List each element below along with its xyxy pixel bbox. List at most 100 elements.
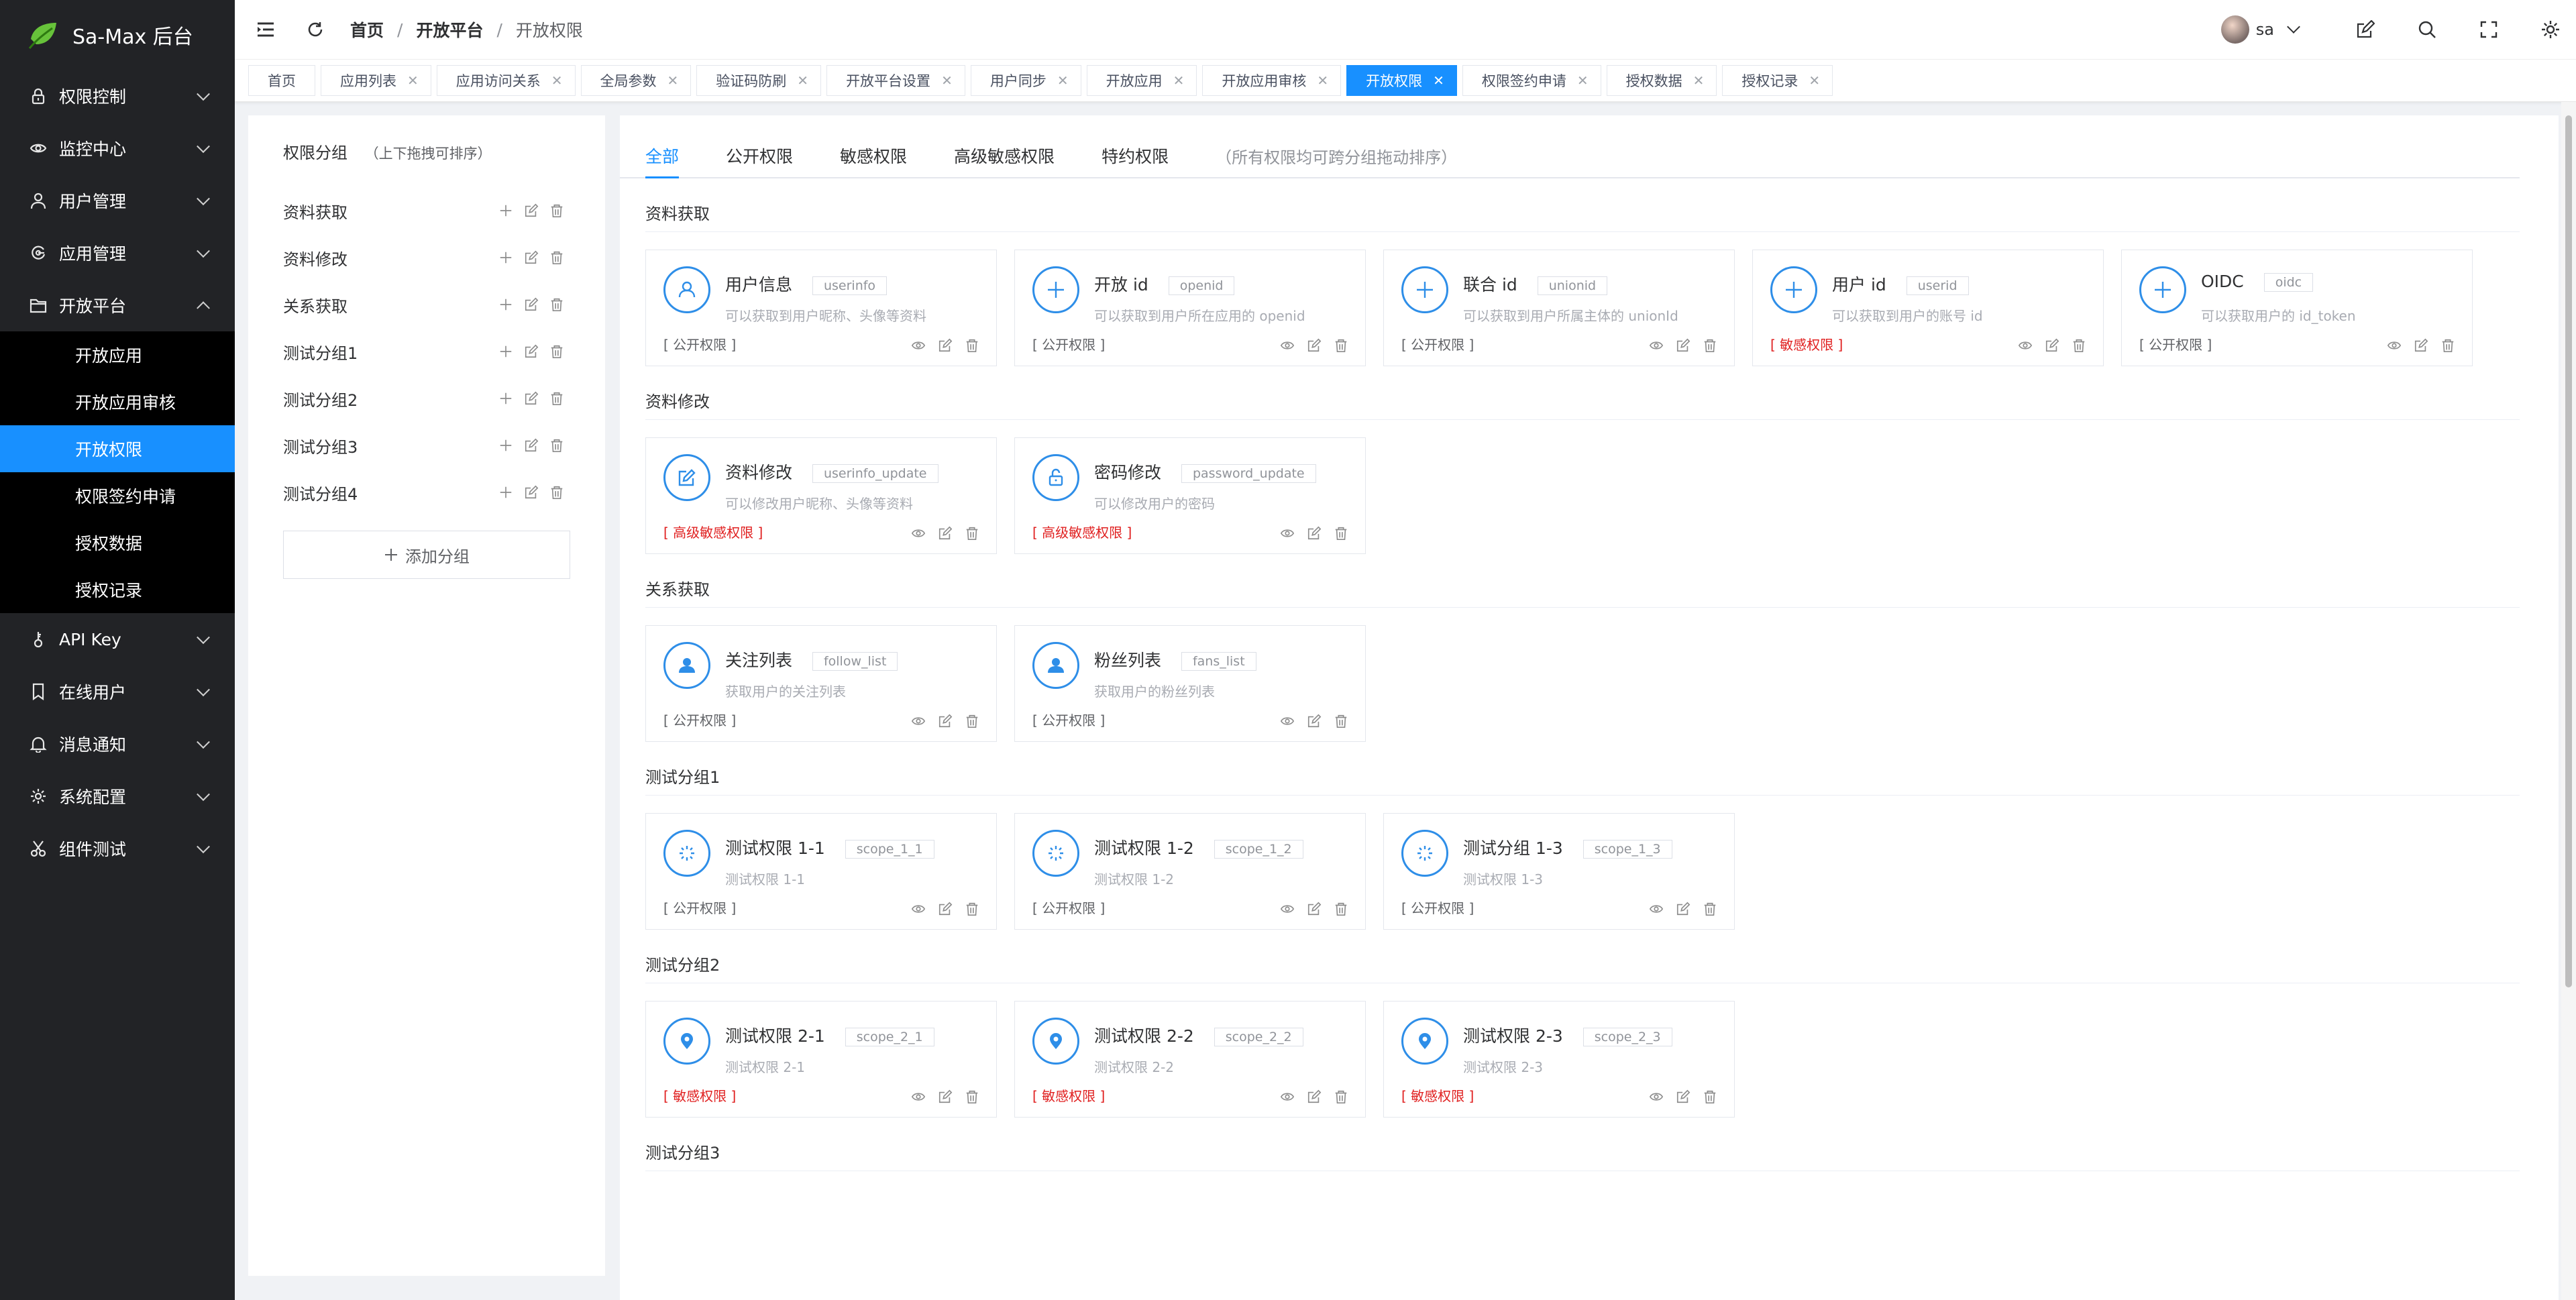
sidebar-item[interactable]: 监控中心 <box>0 122 235 174</box>
filter-tab[interactable]: 高级敏感权限 <box>954 144 1055 177</box>
edit-icon[interactable] <box>1306 1089 1322 1105</box>
filter-tab[interactable]: 敏感权限 <box>840 144 907 177</box>
permission-card[interactable]: 测试权限 1-1 scope_1_1 测试权限 1-1 [ 公开权限 ] <box>645 813 997 930</box>
filter-tab[interactable]: 公开权限 <box>726 144 793 177</box>
permission-card[interactable]: 粉丝列表 fans_list 获取用户的粉丝列表 [ 公开权限 ] <box>1014 625 1366 742</box>
edit-group-icon[interactable] <box>523 484 539 500</box>
sidebar-item[interactable]: 组件测试 <box>0 822 235 875</box>
avatar[interactable] <box>2220 15 2249 44</box>
edit-icon[interactable] <box>937 1089 953 1105</box>
view-icon[interactable] <box>910 1089 926 1105</box>
view-icon[interactable] <box>2386 337 2402 354</box>
refresh-icon[interactable] <box>303 17 327 42</box>
tab-close-icon[interactable]: ✕ <box>797 72 808 89</box>
sidebar-item[interactable]: 在线用户 <box>0 665 235 718</box>
delete-icon[interactable] <box>964 713 980 729</box>
group-row[interactable]: 测试分组2 <box>283 375 570 422</box>
page-tab[interactable]: 应用访问关系 ✕ <box>436 65 576 96</box>
delete-icon[interactable] <box>1333 525 1349 541</box>
delete-icon[interactable] <box>1333 713 1349 729</box>
edit-icon[interactable] <box>2413 337 2429 354</box>
tab-close-icon[interactable]: ✕ <box>1577 72 1589 89</box>
delete-icon[interactable] <box>964 901 980 917</box>
page-tab[interactable]: 应用列表 ✕ <box>321 65 431 96</box>
page-tab[interactable]: 开放应用 ✕ <box>1086 65 1197 96</box>
delete-icon[interactable] <box>2071 337 2087 354</box>
tab-close-icon[interactable]: ✕ <box>1317 72 1328 89</box>
edit-icon[interactable] <box>1306 337 1322 354</box>
filter-tab[interactable]: 特约权限 <box>1102 144 1169 177</box>
permission-card[interactable]: 联合 id unionid 可以获取到用户所属主体的 unionId [ 公开权… <box>1383 250 1735 366</box>
search-icon[interactable] <box>2415 17 2439 42</box>
view-icon[interactable] <box>2017 337 2033 354</box>
add-permission-icon[interactable] <box>498 250 514 266</box>
add-permission-icon[interactable] <box>498 390 514 407</box>
view-icon[interactable] <box>1648 1089 1664 1105</box>
page-tab[interactable]: 用户同步 ✕ <box>970 65 1081 96</box>
tab-close-icon[interactable]: ✕ <box>1809 72 1820 89</box>
page-tab[interactable]: 开放平台设置 ✕ <box>826 65 965 96</box>
delete-icon[interactable] <box>964 1089 980 1105</box>
page-tab[interactable]: 全局参数 ✕ <box>580 65 692 96</box>
delete-icon[interactable] <box>1702 1089 1718 1105</box>
edit-icon[interactable] <box>937 525 953 541</box>
view-icon[interactable] <box>1279 713 1295 729</box>
delete-group-icon[interactable] <box>549 390 565 407</box>
permission-card[interactable]: 密码修改 password_update 可以修改用户的密码 [ 高级敏感权限 … <box>1014 437 1366 554</box>
edit-icon[interactable] <box>2353 17 2377 42</box>
delete-group-icon[interactable] <box>549 296 565 313</box>
add-permission-icon[interactable] <box>498 484 514 500</box>
page-tab[interactable]: 验证码防刷 ✕ <box>696 65 822 96</box>
edit-icon[interactable] <box>2044 337 2060 354</box>
permission-card[interactable]: 开放 id openid 可以获取到用户所在应用的 openid [ 公开权限 … <box>1014 250 1366 366</box>
group-row[interactable]: 资料修改 <box>283 234 570 281</box>
tab-close-icon[interactable]: ✕ <box>1173 72 1185 89</box>
add-permission-icon[interactable] <box>498 203 514 219</box>
submenu-item[interactable]: 授权数据 <box>0 519 235 566</box>
group-row[interactable]: 测试分组1 <box>283 328 570 375</box>
delete-group-icon[interactable] <box>549 343 565 360</box>
group-row[interactable]: 测试分组4 <box>283 469 570 516</box>
delete-icon[interactable] <box>1702 337 1718 354</box>
delete-group-icon[interactable] <box>549 484 565 500</box>
submenu-item[interactable]: 开放权限 <box>0 425 235 472</box>
group-row[interactable]: 资料获取 <box>283 187 570 234</box>
view-icon[interactable] <box>910 337 926 354</box>
sidebar-item[interactable]: 应用管理 <box>0 227 235 279</box>
page-tab[interactable]: 开放权限 ✕ <box>1346 65 1457 96</box>
delete-group-icon[interactable] <box>549 250 565 266</box>
edit-icon[interactable] <box>1675 901 1691 917</box>
breadcrumb-home[interactable]: 首页 <box>350 17 384 42</box>
view-icon[interactable] <box>1279 337 1295 354</box>
sidebar-item[interactable]: 消息通知 <box>0 718 235 770</box>
edit-group-icon[interactable] <box>523 343 539 360</box>
view-icon[interactable] <box>1279 1089 1295 1105</box>
sidebar-item[interactable]: 系统配置 <box>0 770 235 822</box>
tab-close-icon[interactable]: ✕ <box>667 72 679 89</box>
tab-close-icon[interactable]: ✕ <box>407 72 419 89</box>
menu-fold-icon[interactable] <box>254 17 278 42</box>
delete-icon[interactable] <box>964 525 980 541</box>
page-tab[interactable]: 授权数据 ✕ <box>1606 65 1717 96</box>
permission-card[interactable]: 用户信息 userinfo 可以获取到用户昵称、头像等资料 [ 公开权限 ] <box>645 250 997 366</box>
edit-icon[interactable] <box>1675 1089 1691 1105</box>
view-icon[interactable] <box>910 901 926 917</box>
view-icon[interactable] <box>1279 525 1295 541</box>
page-tab[interactable]: 授权记录 ✕ <box>1722 65 1833 96</box>
tab-close-icon[interactable]: ✕ <box>551 72 563 89</box>
delete-icon[interactable] <box>1333 1089 1349 1105</box>
fullscreen-icon[interactable] <box>2477 17 2501 42</box>
page-tab[interactable]: 首页 <box>248 65 315 96</box>
page-scrollbar[interactable] <box>2561 102 2576 1300</box>
submenu-item[interactable]: 权限签约申请 <box>0 472 235 519</box>
edit-icon[interactable] <box>1306 525 1322 541</box>
scrollbar-thumb[interactable] <box>2565 115 2572 987</box>
view-icon[interactable] <box>1648 337 1664 354</box>
submenu-item[interactable]: 开放应用审核 <box>0 378 235 425</box>
tab-close-icon[interactable]: ✕ <box>941 72 953 89</box>
permission-card[interactable]: 关注列表 follow_list 获取用户的关注列表 [ 公开权限 ] <box>645 625 997 742</box>
page-tab[interactable]: 开放应用审核 ✕ <box>1202 65 1342 96</box>
edit-group-icon[interactable] <box>523 203 539 219</box>
delete-icon[interactable] <box>1702 901 1718 917</box>
delete-group-icon[interactable] <box>549 437 565 453</box>
